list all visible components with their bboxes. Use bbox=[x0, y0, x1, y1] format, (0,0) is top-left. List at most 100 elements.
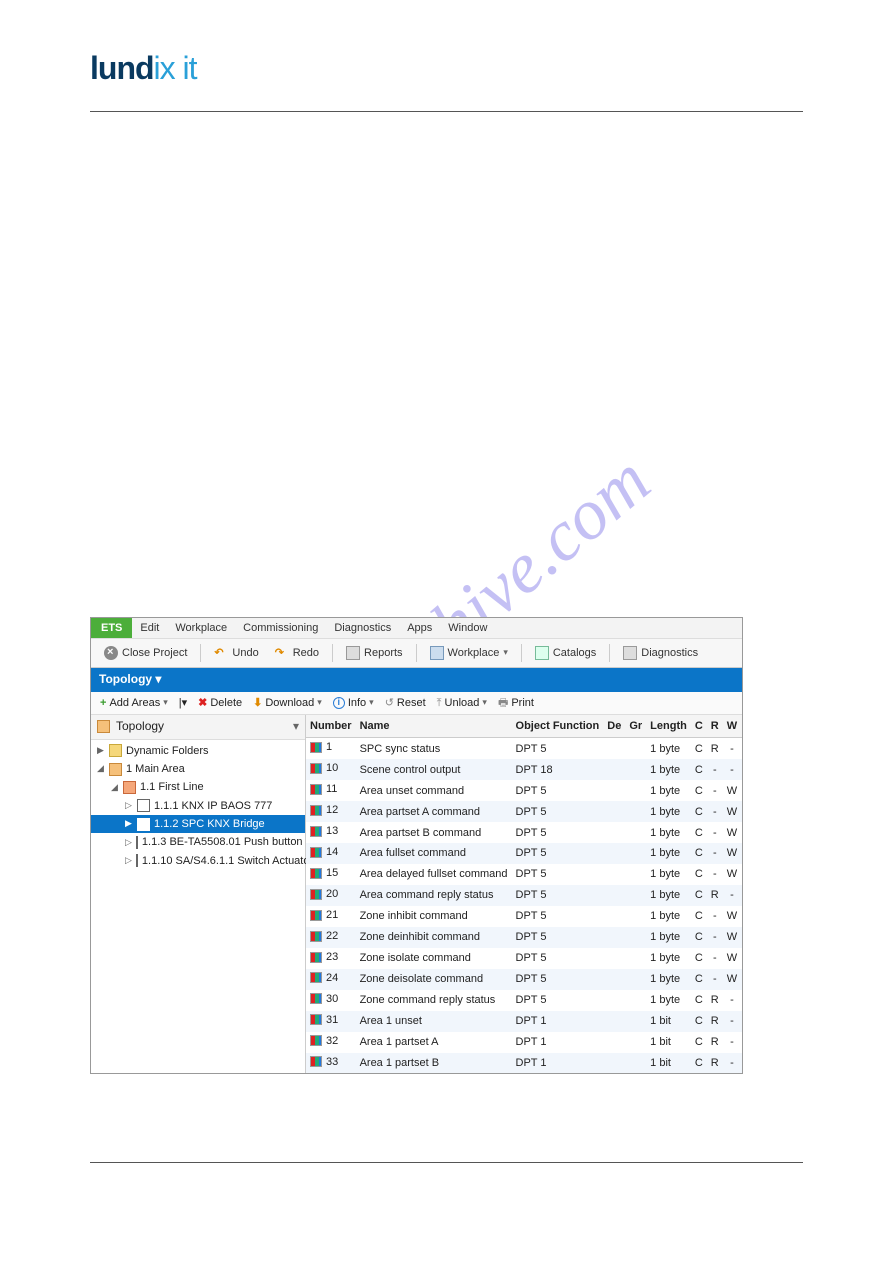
cell-t: - bbox=[741, 801, 742, 822]
print-icon: 🖶 bbox=[498, 696, 508, 710]
expand-icon[interactable]: ▶ bbox=[125, 818, 133, 830]
main-toolbar: × Close Project ↶ Undo ↷ Redo Reports Wo… bbox=[91, 638, 742, 668]
expand-icon[interactable]: ◢ bbox=[111, 782, 119, 794]
cell-r: - bbox=[707, 864, 723, 885]
col-header[interactable]: C bbox=[691, 715, 707, 738]
tree-node-label: 1.1 First Line bbox=[140, 780, 204, 794]
col-header[interactable]: Object Function bbox=[512, 715, 604, 738]
logo-text-1: lund bbox=[90, 50, 154, 86]
cell-w: - bbox=[723, 759, 741, 780]
table-row[interactable]: 32Area 1 partset ADPT 11 bitCR-T- bbox=[306, 1032, 742, 1053]
table-row[interactable]: 11Area unset commandDPT 51 byteC-W-- bbox=[306, 780, 742, 801]
table-row[interactable]: 33Area 1 partset BDPT 11 bitCR-T- bbox=[306, 1053, 742, 1074]
col-header[interactable]: Length bbox=[646, 715, 691, 738]
tree-node[interactable]: ▶1.1.2 SPC KNX Bridge bbox=[91, 815, 305, 833]
col-header[interactable]: T bbox=[741, 715, 742, 738]
table-row[interactable]: 1SPC sync statusDPT 51 byteCR-T- bbox=[306, 738, 742, 759]
cell-name: Area 1 partset B bbox=[356, 1053, 512, 1074]
undo-button[interactable]: ↶ Undo bbox=[207, 643, 265, 663]
cell-t: - bbox=[741, 864, 742, 885]
diagnostics-button[interactable]: Diagnostics bbox=[616, 643, 705, 663]
split-caret[interactable]: |▾ bbox=[174, 695, 192, 711]
cell-c: C bbox=[691, 1032, 707, 1053]
cell-de bbox=[603, 822, 625, 843]
tree-header-caret[interactable]: ▾ bbox=[293, 719, 299, 735]
table-row[interactable]: 12Area partset A commandDPT 51 byteC-W-- bbox=[306, 801, 742, 822]
cell-number: 24 bbox=[326, 971, 338, 985]
table-row[interactable]: 22Zone deinhibit commandDPT 51 byteC-W-- bbox=[306, 927, 742, 948]
cell-gr bbox=[625, 948, 646, 969]
table-row[interactable]: 14Area fullset commandDPT 51 byteC-W-- bbox=[306, 843, 742, 864]
tree-node[interactable]: ▷1.1.1 KNX IP BAOS 777 bbox=[91, 797, 305, 815]
tree-node[interactable]: ▷1.1.10 SA/S4.6.1.1 Switch Actuator,4-f.… bbox=[91, 852, 305, 870]
menu-workplace[interactable]: Workplace bbox=[167, 621, 235, 635]
line-icon bbox=[123, 781, 136, 794]
table-row[interactable]: 15Area delayed fullset commandDPT 51 byt… bbox=[306, 864, 742, 885]
col-header[interactable]: W bbox=[723, 715, 741, 738]
col-header[interactable]: Number bbox=[306, 715, 356, 738]
info-button[interactable]: i Info bbox=[328, 695, 379, 711]
workplace-button[interactable]: Workplace bbox=[423, 643, 515, 663]
cell-c: C bbox=[691, 843, 707, 864]
cell-gr bbox=[625, 1053, 646, 1074]
col-header[interactable]: De bbox=[603, 715, 625, 738]
expand-icon[interactable]: ▶ bbox=[97, 745, 105, 757]
print-button[interactable]: 🖶 Print bbox=[493, 695, 539, 711]
tree-node[interactable]: ▷1.1.3 BE-TA5508.01 Push button 8-fold bbox=[91, 833, 305, 851]
cell-number: 10 bbox=[326, 761, 338, 775]
menu-window[interactable]: Window bbox=[440, 621, 495, 635]
expand-icon[interactable]: ▷ bbox=[125, 837, 132, 849]
cell-name: SPC sync status bbox=[356, 738, 512, 759]
table-row[interactable]: 30Zone command reply statusDPT 51 byteCR… bbox=[306, 990, 742, 1011]
cell-func: DPT 5 bbox=[512, 906, 604, 927]
expand-icon[interactable]: ▷ bbox=[125, 800, 133, 812]
catalogs-button[interactable]: Catalogs bbox=[528, 643, 603, 663]
cell-number: 32 bbox=[326, 1034, 338, 1048]
col-header[interactable]: Name bbox=[356, 715, 512, 738]
cell-t: - bbox=[741, 843, 742, 864]
menubar: ETS Edit Workplace Commissioning Diagnos… bbox=[91, 618, 742, 638]
cell-w: - bbox=[723, 885, 741, 906]
table-row[interactable]: 21Zone inhibit commandDPT 51 byteC-W-- bbox=[306, 906, 742, 927]
redo-button[interactable]: ↷ Redo bbox=[268, 643, 326, 663]
cell-len: 1 byte bbox=[646, 822, 691, 843]
expand-icon[interactable]: ◢ bbox=[97, 763, 105, 775]
table-row[interactable]: 20Area command reply statusDPT 51 byteCR… bbox=[306, 885, 742, 906]
table-row[interactable]: 31Area 1 unsetDPT 11 bitCR-T- bbox=[306, 1011, 742, 1032]
close-project-button[interactable]: × Close Project bbox=[97, 643, 194, 663]
cell-w: - bbox=[723, 1011, 741, 1032]
cell-r: R bbox=[707, 1011, 723, 1032]
delete-button[interactable]: ✖ Delete bbox=[193, 695, 247, 711]
col-header[interactable]: Gr bbox=[625, 715, 646, 738]
tree-node[interactable]: ▶Dynamic Folders bbox=[91, 742, 305, 760]
cell-t: - bbox=[741, 969, 742, 990]
cell-number: 12 bbox=[326, 803, 338, 817]
menu-diagnostics[interactable]: Diagnostics bbox=[326, 621, 399, 635]
cell-len: 1 byte bbox=[646, 843, 691, 864]
download-button[interactable]: ⬇ Download bbox=[248, 695, 327, 711]
header-rule bbox=[90, 111, 803, 112]
reports-button[interactable]: Reports bbox=[339, 643, 410, 663]
col-header[interactable]: R bbox=[707, 715, 723, 738]
tree-node[interactable]: ◢ 1.1 First Line bbox=[91, 778, 305, 796]
table-row[interactable]: 13Area partset B commandDPT 51 byteC-W-- bbox=[306, 822, 742, 843]
tree-header[interactable]: Topology ▾ bbox=[91, 715, 305, 740]
cell-number: 33 bbox=[326, 1055, 338, 1069]
page-header: lundix it bbox=[0, 0, 893, 97]
expand-icon[interactable]: ▷ bbox=[125, 855, 132, 867]
table-row[interactable]: 24Zone deisolate commandDPT 51 byteC-W-- bbox=[306, 969, 742, 990]
ets-badge[interactable]: ETS bbox=[91, 618, 132, 638]
menu-edit[interactable]: Edit bbox=[132, 621, 167, 635]
cell-len: 1 byte bbox=[646, 759, 691, 780]
tree-node[interactable]: ◢1 Main Area bbox=[91, 760, 305, 778]
panel-title-bar[interactable]: Topology ▾ bbox=[91, 668, 742, 692]
table-row[interactable]: 23Zone isolate commandDPT 51 byteC-W-- bbox=[306, 948, 742, 969]
reset-button[interactable]: ↺ Reset bbox=[380, 695, 431, 711]
cell-func: DPT 5 bbox=[512, 780, 604, 801]
menu-apps[interactable]: Apps bbox=[399, 621, 440, 635]
menu-commissioning[interactable]: Commissioning bbox=[235, 621, 326, 635]
add-areas-button[interactable]: + Add Areas bbox=[95, 695, 173, 711]
plus-icon: + bbox=[100, 696, 106, 710]
table-row[interactable]: 10Scene control outputDPT 181 byteC--T- bbox=[306, 759, 742, 780]
unload-button[interactable]: ⤒ Unload bbox=[432, 695, 492, 711]
